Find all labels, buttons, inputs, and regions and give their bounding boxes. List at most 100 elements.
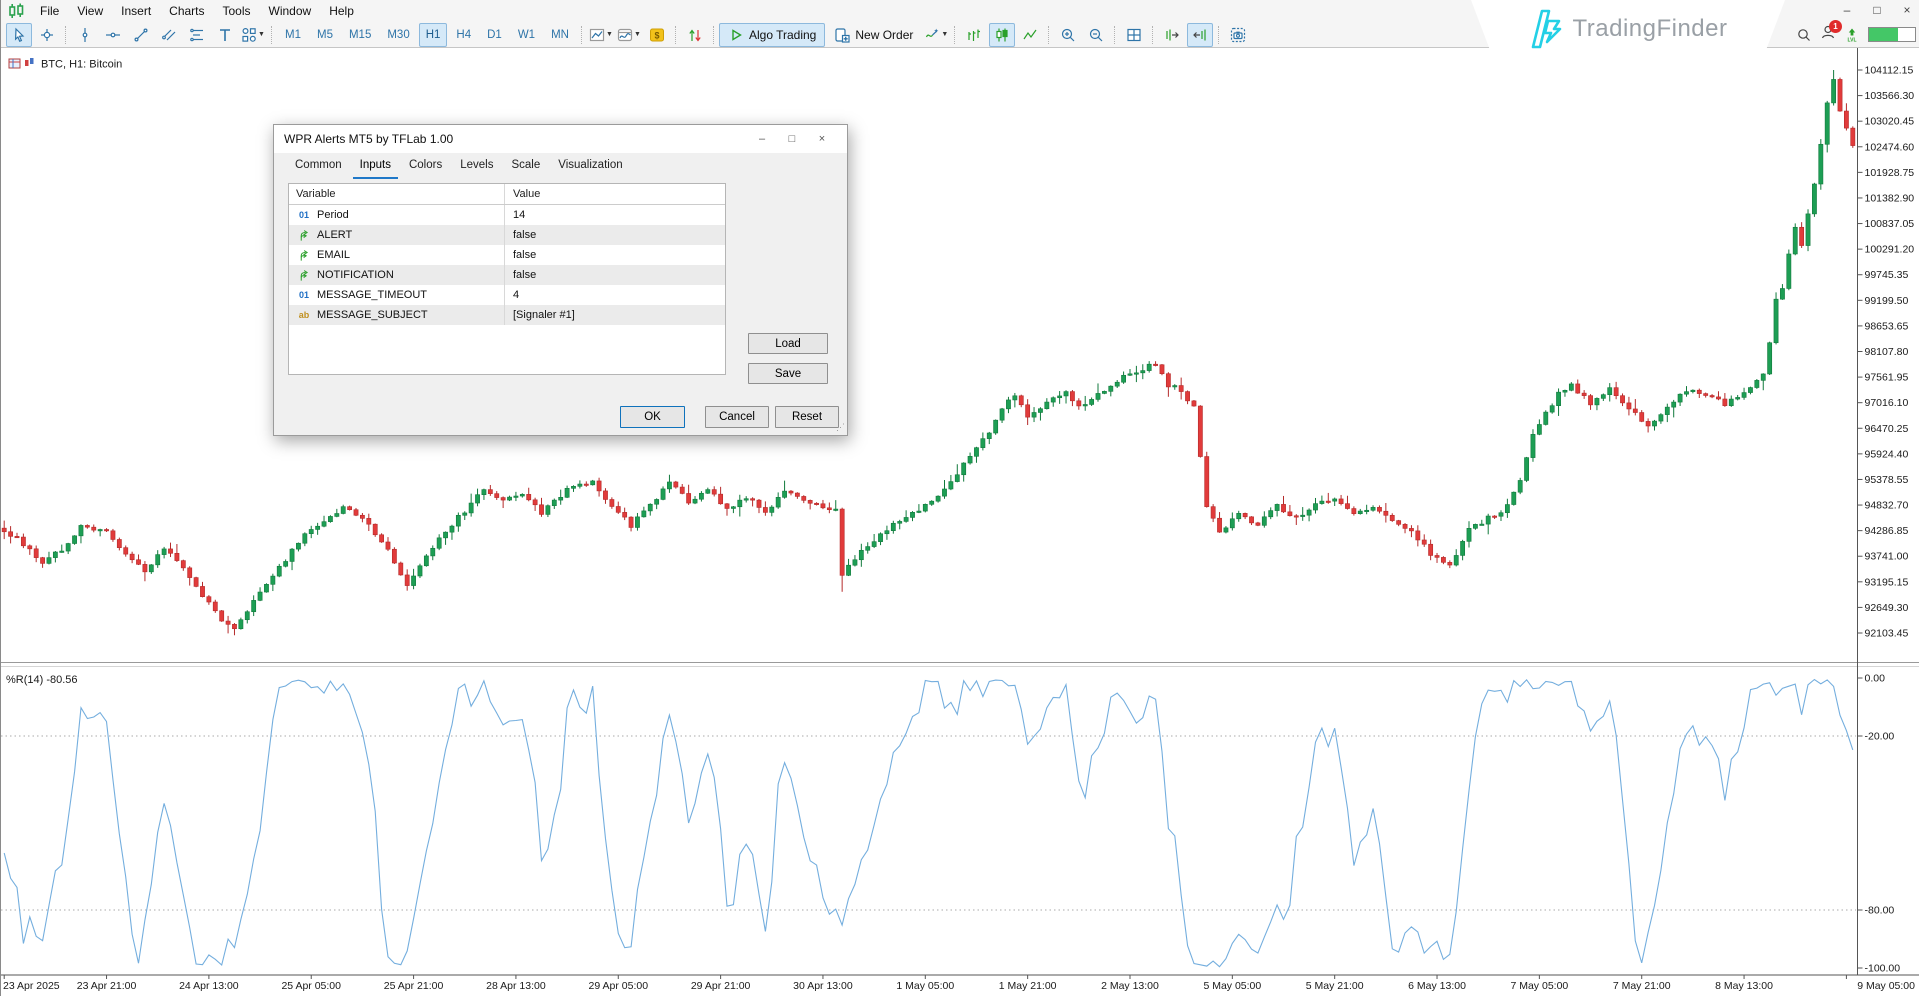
algo-trading-button[interactable]: Algo Trading [719,23,825,47]
timeframe-w1[interactable]: W1 [511,23,542,47]
search-icon[interactable] [1796,27,1812,43]
minimize-window-icon[interactable]: – [1840,1,1854,19]
tab-visualization[interactable]: Visualization [551,157,629,179]
restore-window-icon[interactable]: □ [1870,1,1884,19]
shift-left-button[interactable] [1187,23,1213,47]
shapes-button[interactable]: ▼ [240,23,266,47]
value-cell[interactable]: false [505,225,725,245]
symbol-dollar-button[interactable]: $ [644,23,670,47]
dialog-maximize-icon[interactable]: □ [777,133,807,145]
axis-tick-label: 97016.10 [1865,397,1909,409]
indicator-window-button[interactable]: ▼ [616,23,642,47]
boolean-type-icon [296,268,312,282]
input-row-period[interactable]: 01Period14 [289,205,725,225]
symbol-label: BTC, H1: Bitcoin [41,59,122,71]
axis-tick-label: 94286.85 [1865,525,1909,537]
bars-button[interactable] [961,23,987,47]
progress-fill [1869,28,1898,41]
menu-help[interactable]: Help [320,2,363,20]
chevron-down-icon: ▼ [606,31,613,38]
axis-tick-label: 23 Apr 21:00 [77,980,137,992]
timeframe-h4[interactable]: H4 [449,23,478,47]
value-cell[interactable]: false [505,245,725,265]
profile-button[interactable]: 1 [1820,24,1836,45]
ok-button[interactable]: OK [620,406,685,428]
zoom-in-button[interactable] [1055,23,1081,47]
algo-trading-label: Algo Trading [749,28,816,42]
horizontal-line-button[interactable] [100,23,126,47]
input-row-message_subject[interactable]: abMESSAGE_SUBJECT[Signaler #1] [289,305,725,325]
menu-file[interactable]: File [31,2,68,20]
symbol-label-icons [9,58,34,68]
save-button[interactable]: Save [748,363,828,384]
tab-scale[interactable]: Scale [504,157,547,179]
chart-window-button[interactable]: ▼ [588,23,614,47]
line-chart-button[interactable] [1017,23,1043,47]
dialog-close-icon[interactable]: × [807,133,837,145]
text-button[interactable] [212,23,238,47]
value-cell[interactable]: 4 [505,285,725,305]
resize-grip[interactable]: ⋰ [836,422,845,433]
close-window-icon[interactable]: × [1900,1,1914,19]
timeframe-mn[interactable]: MN [544,23,576,47]
menu-tools[interactable]: Tools [214,2,260,20]
reset-button[interactable]: Reset [775,406,839,428]
camera-button[interactable] [1225,23,1251,47]
timeframe-h1[interactable]: H1 [419,23,448,47]
channel-button[interactable] [156,23,182,47]
dialog-wpr-alerts: WPR Alerts MT5 by TFLab 1.00 – □ × Commo… [273,124,848,436]
shift-right-button[interactable] [1159,23,1185,47]
chart-window-icon [589,27,605,43]
crosshair-button[interactable] [34,23,60,47]
timeframe-m1[interactable]: M1 [278,23,308,47]
axis-tick-label: 98653.65 [1865,320,1909,332]
axis-tick-label: 30 Apr 13:00 [793,980,853,992]
toolbar-separator [1114,26,1116,44]
value-cell[interactable]: [Signaler #1] [505,305,725,325]
axis-tick-label: 6 May 13:00 [1408,980,1466,992]
axis-tick-label: 93741.00 [1865,551,1909,563]
timeframe-m30[interactable]: M30 [380,23,416,47]
toolbar-separator [1048,26,1050,44]
menu-window[interactable]: Window [260,2,321,20]
axis-tick-label: 94832.70 [1865,500,1909,512]
menu-insert[interactable]: Insert [112,2,160,20]
watermark: TradingFinder [1471,0,1785,58]
new-order-button[interactable]: New Order [825,23,922,47]
input-row-email[interactable]: EMAILfalse [289,245,725,265]
axis-tick-label: 101928.75 [1865,167,1915,179]
input-row-message_timeout[interactable]: 01MESSAGE_TIMEOUT4 [289,285,725,305]
tab-inputs[interactable]: Inputs [353,157,398,179]
parallel-lines-button[interactable] [184,23,210,47]
value-cell[interactable]: false [505,265,725,285]
dialog-minimize-icon[interactable]: – [747,133,777,145]
dialog-title-bar[interactable]: WPR Alerts MT5 by TFLab 1.00 – □ × [274,125,847,153]
chevron-down-icon: ▼ [258,31,265,38]
variable-cell: EMAIL [289,245,505,265]
input-row-alert[interactable]: ALERTfalse [289,225,725,245]
menu-charts[interactable]: Charts [160,2,213,20]
tab-levels[interactable]: Levels [453,157,500,179]
tile-windows-button[interactable] [1121,23,1147,47]
value-cell[interactable]: 14 [505,205,725,225]
numeric-type-icon: 01 [296,285,312,305]
trendline-button[interactable] [128,23,154,47]
zoom-out-button[interactable] [1083,23,1109,47]
tab-common[interactable]: Common [288,157,349,179]
lvl-icon[interactable]: LVL [1844,27,1860,43]
cancel-button[interactable]: Cancel [705,406,769,428]
arrows-updown-button[interactable] [682,23,708,47]
vertical-line-button[interactable] [72,23,98,47]
indicator-wand-button[interactable]: ▼ [923,23,949,47]
timeframe-d1[interactable]: D1 [480,23,509,47]
timeframe-m15[interactable]: M15 [342,23,378,47]
axis-tick-label: 103566.30 [1865,90,1915,102]
candles-button[interactable] [989,23,1015,47]
pointer-button[interactable] [6,23,32,47]
input-row-notification[interactable]: NOTIFICATIONfalse [289,265,725,285]
menu-view[interactable]: View [68,2,112,20]
candles-icon [994,27,1010,43]
load-button[interactable]: Load [748,333,828,354]
timeframe-m5[interactable]: M5 [310,23,340,47]
tab-colors[interactable]: Colors [402,157,449,179]
